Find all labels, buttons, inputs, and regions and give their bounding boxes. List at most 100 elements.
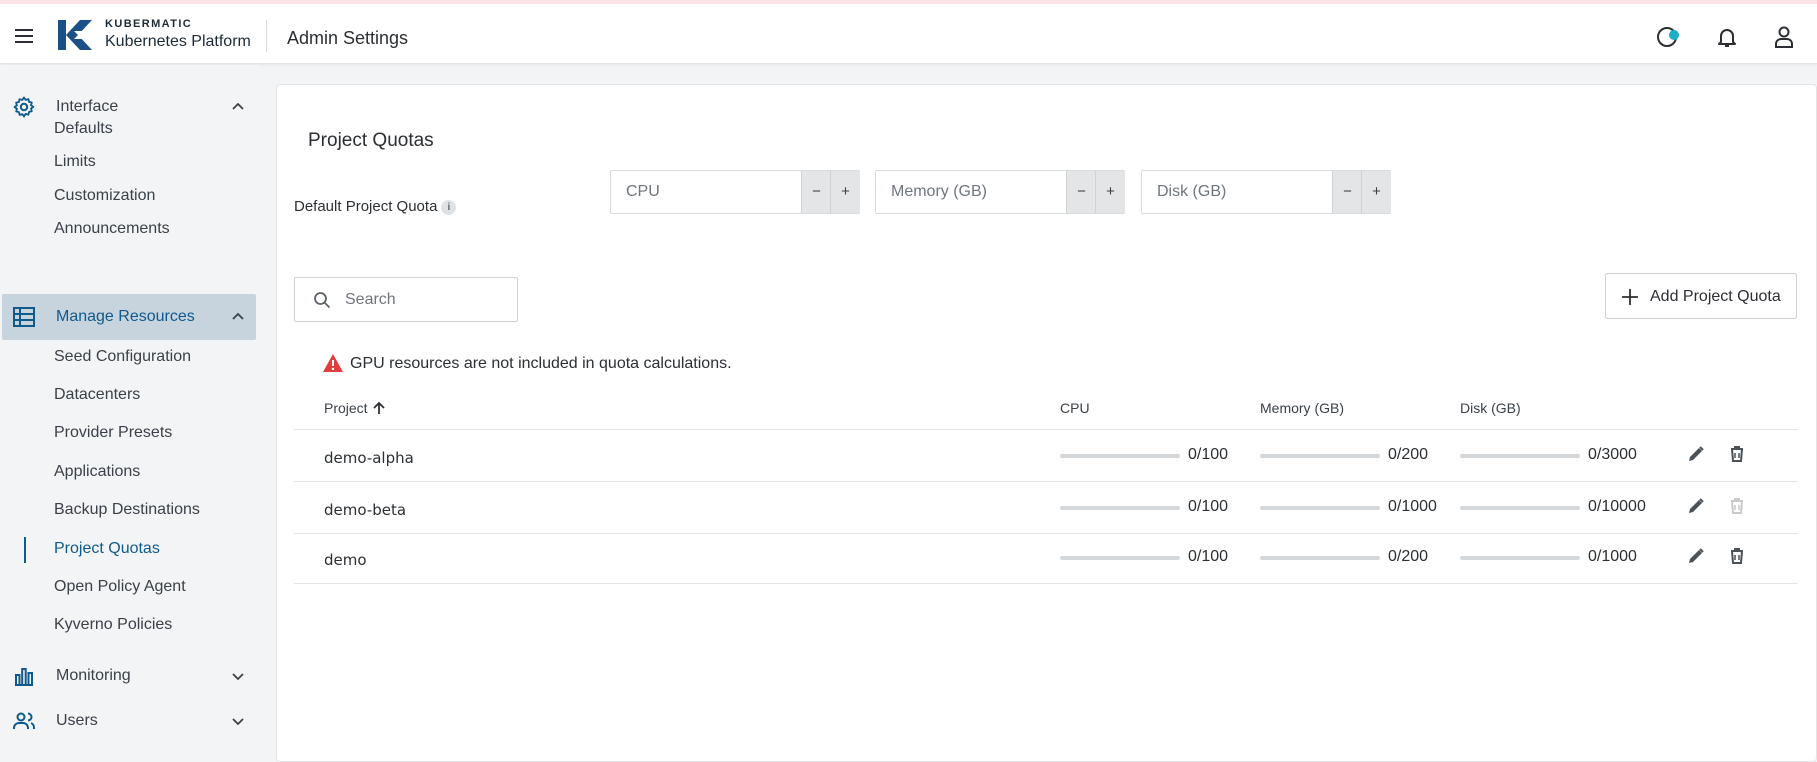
cpu-usage-bar bbox=[1060, 556, 1180, 560]
default-quota-label: Default Project Quota i bbox=[294, 198, 457, 215]
chevron-up-icon bbox=[232, 312, 244, 320]
memory-value: 0/1000 bbox=[1388, 498, 1437, 515]
table-row: demo 0/100 0/200 0/1000 bbox=[294, 534, 1798, 584]
add-project-quota-button[interactable]: Add Project Quota bbox=[1605, 273, 1797, 319]
column-header-project[interactable]: Project bbox=[324, 400, 386, 416]
sidebar-item-seed-configuration[interactable]: Seed Configuration bbox=[54, 348, 191, 366]
table-row: demo-alpha 0/100 0/200 0/3000 bbox=[294, 430, 1798, 482]
memory-quota-stepper: − + bbox=[875, 170, 1125, 214]
nav-group-label: Interface bbox=[56, 98, 119, 115]
column-header-cpu: CPU bbox=[1060, 400, 1090, 416]
memory-usage-bar bbox=[1260, 556, 1380, 560]
memory-increment-button[interactable]: + bbox=[1095, 171, 1125, 213]
chevron-down-icon bbox=[232, 673, 244, 681]
cpu-increment-button[interactable]: + bbox=[830, 171, 860, 213]
sidebar-item-kyverno-policies[interactable]: Kyverno Policies bbox=[54, 616, 172, 634]
project-quotas-card: Project Quotas Default Project Quotai − … bbox=[276, 84, 1817, 762]
warning-icon bbox=[323, 354, 343, 372]
sidebar-item-limits[interactable]: Limits bbox=[54, 153, 96, 171]
add-button-label: Add Project Quota bbox=[1650, 288, 1781, 305]
top-bar: KUBERMATIC Kubernetes Platform Admin Set… bbox=[0, 4, 1817, 64]
sidebar-item-datacenters[interactable]: Datacenters bbox=[54, 386, 140, 404]
bell-icon[interactable] bbox=[1714, 24, 1740, 50]
arrow-up-icon bbox=[372, 401, 385, 414]
cpu-usage-bar bbox=[1060, 506, 1180, 510]
disk-value: 0/10000 bbox=[1588, 498, 1646, 515]
disk-quota-input[interactable] bbox=[1142, 171, 1332, 213]
chevron-up-icon bbox=[232, 102, 244, 110]
memory-quota-input[interactable] bbox=[876, 171, 1066, 213]
sidebar-item-customization[interactable]: Customization bbox=[54, 187, 155, 205]
edit-icon[interactable] bbox=[1686, 444, 1706, 464]
brand-bottom: Kubernetes Platform bbox=[105, 33, 251, 50]
user-icon[interactable] bbox=[1771, 24, 1797, 50]
sidebar-item-provider-presets[interactable]: Provider Presets bbox=[54, 424, 172, 442]
nav-group-interface[interactable]: Interface bbox=[2, 84, 256, 130]
disk-value: 0/3000 bbox=[1588, 446, 1637, 463]
warning-text: GPU resources are not included in quota … bbox=[350, 355, 732, 372]
sidebar-item-announcements[interactable]: Announcements bbox=[54, 220, 170, 238]
page-title: Admin Settings bbox=[287, 28, 409, 48]
delete-icon[interactable] bbox=[1727, 546, 1747, 566]
nav-group-manage-resources[interactable]: Manage Resources bbox=[2, 294, 256, 340]
sidebar-item-open-policy-agent[interactable]: Open Policy Agent bbox=[54, 578, 186, 596]
card-title: Project Quotas bbox=[308, 130, 434, 151]
nav-group-label: Monitoring bbox=[56, 667, 131, 684]
plus-icon bbox=[1622, 289, 1638, 305]
disk-value: 0/1000 bbox=[1588, 548, 1637, 565]
memory-value: 0/200 bbox=[1388, 446, 1429, 463]
memory-usage-bar bbox=[1260, 454, 1380, 458]
sidebar-item-applications[interactable]: Applications bbox=[54, 463, 140, 481]
cpu-quota-stepper: − + bbox=[610, 170, 860, 214]
cpu-quota-input[interactable] bbox=[611, 171, 801, 213]
nav-group-users[interactable]: Users bbox=[2, 698, 256, 744]
brand-top: KUBERMATIC bbox=[105, 18, 193, 30]
nav-group-monitoring[interactable]: Monitoring bbox=[2, 653, 256, 699]
disk-usage-bar bbox=[1460, 506, 1580, 510]
table-header: Project CPU Memory (GB) Disk (GB) bbox=[294, 390, 1798, 430]
edit-icon[interactable] bbox=[1686, 496, 1706, 516]
sidebar: Interface Defaults Limits Customization … bbox=[0, 65, 260, 762]
bar-chart-icon bbox=[15, 668, 33, 686]
search-box bbox=[294, 277, 518, 322]
table-row: demo-beta 0/100 0/1000 0/10000 bbox=[294, 482, 1798, 534]
list-icon bbox=[13, 307, 35, 327]
disk-increment-button[interactable]: + bbox=[1361, 171, 1391, 213]
gear-icon bbox=[13, 96, 35, 118]
disk-usage-bar bbox=[1460, 454, 1580, 458]
kubermatic-logo-icon[interactable] bbox=[56, 18, 94, 52]
cpu-value: 0/100 bbox=[1188, 446, 1229, 463]
edit-icon[interactable] bbox=[1686, 546, 1706, 566]
cpu-value: 0/100 bbox=[1188, 498, 1229, 515]
search-input[interactable] bbox=[345, 278, 505, 321]
disk-decrement-button[interactable]: − bbox=[1332, 171, 1362, 213]
sidebar-item-project-quotas[interactable]: Project Quotas bbox=[54, 540, 160, 558]
memory-decrement-button[interactable]: − bbox=[1066, 171, 1096, 213]
column-header-disk: Disk (GB) bbox=[1460, 400, 1521, 416]
sidebar-item-backup-destinations[interactable]: Backup Destinations bbox=[54, 501, 200, 519]
sidebar-item-defaults[interactable]: Defaults bbox=[54, 120, 113, 138]
project-name: demo-alpha bbox=[324, 449, 414, 467]
memory-usage-bar bbox=[1260, 506, 1380, 510]
search-icon bbox=[314, 292, 331, 309]
cpu-usage-bar bbox=[1060, 454, 1180, 458]
column-header-memory: Memory (GB) bbox=[1260, 400, 1344, 416]
header-divider bbox=[266, 20, 267, 52]
nav-group-label: Manage Resources bbox=[56, 308, 195, 325]
disk-usage-bar bbox=[1460, 556, 1580, 560]
project-name: demo bbox=[324, 551, 367, 569]
disk-quota-stepper: − + bbox=[1141, 170, 1391, 214]
delete-icon bbox=[1731, 498, 1743, 514]
nav-group-label: Users bbox=[56, 712, 98, 729]
users-icon bbox=[13, 712, 35, 729]
menu-icon[interactable] bbox=[12, 24, 36, 48]
delete-icon[interactable] bbox=[1727, 444, 1747, 464]
theme-icon[interactable] bbox=[1655, 24, 1681, 50]
cpu-value: 0/100 bbox=[1188, 548, 1229, 565]
info-icon[interactable]: i bbox=[441, 199, 457, 215]
cpu-decrement-button[interactable]: − bbox=[801, 171, 831, 213]
default-quota-text: Default Project Quota bbox=[294, 198, 438, 215]
memory-value: 0/200 bbox=[1388, 548, 1429, 565]
chevron-down-icon bbox=[232, 718, 244, 726]
brand-name: KUBERMATIC Kubernetes Platform bbox=[105, 18, 251, 51]
